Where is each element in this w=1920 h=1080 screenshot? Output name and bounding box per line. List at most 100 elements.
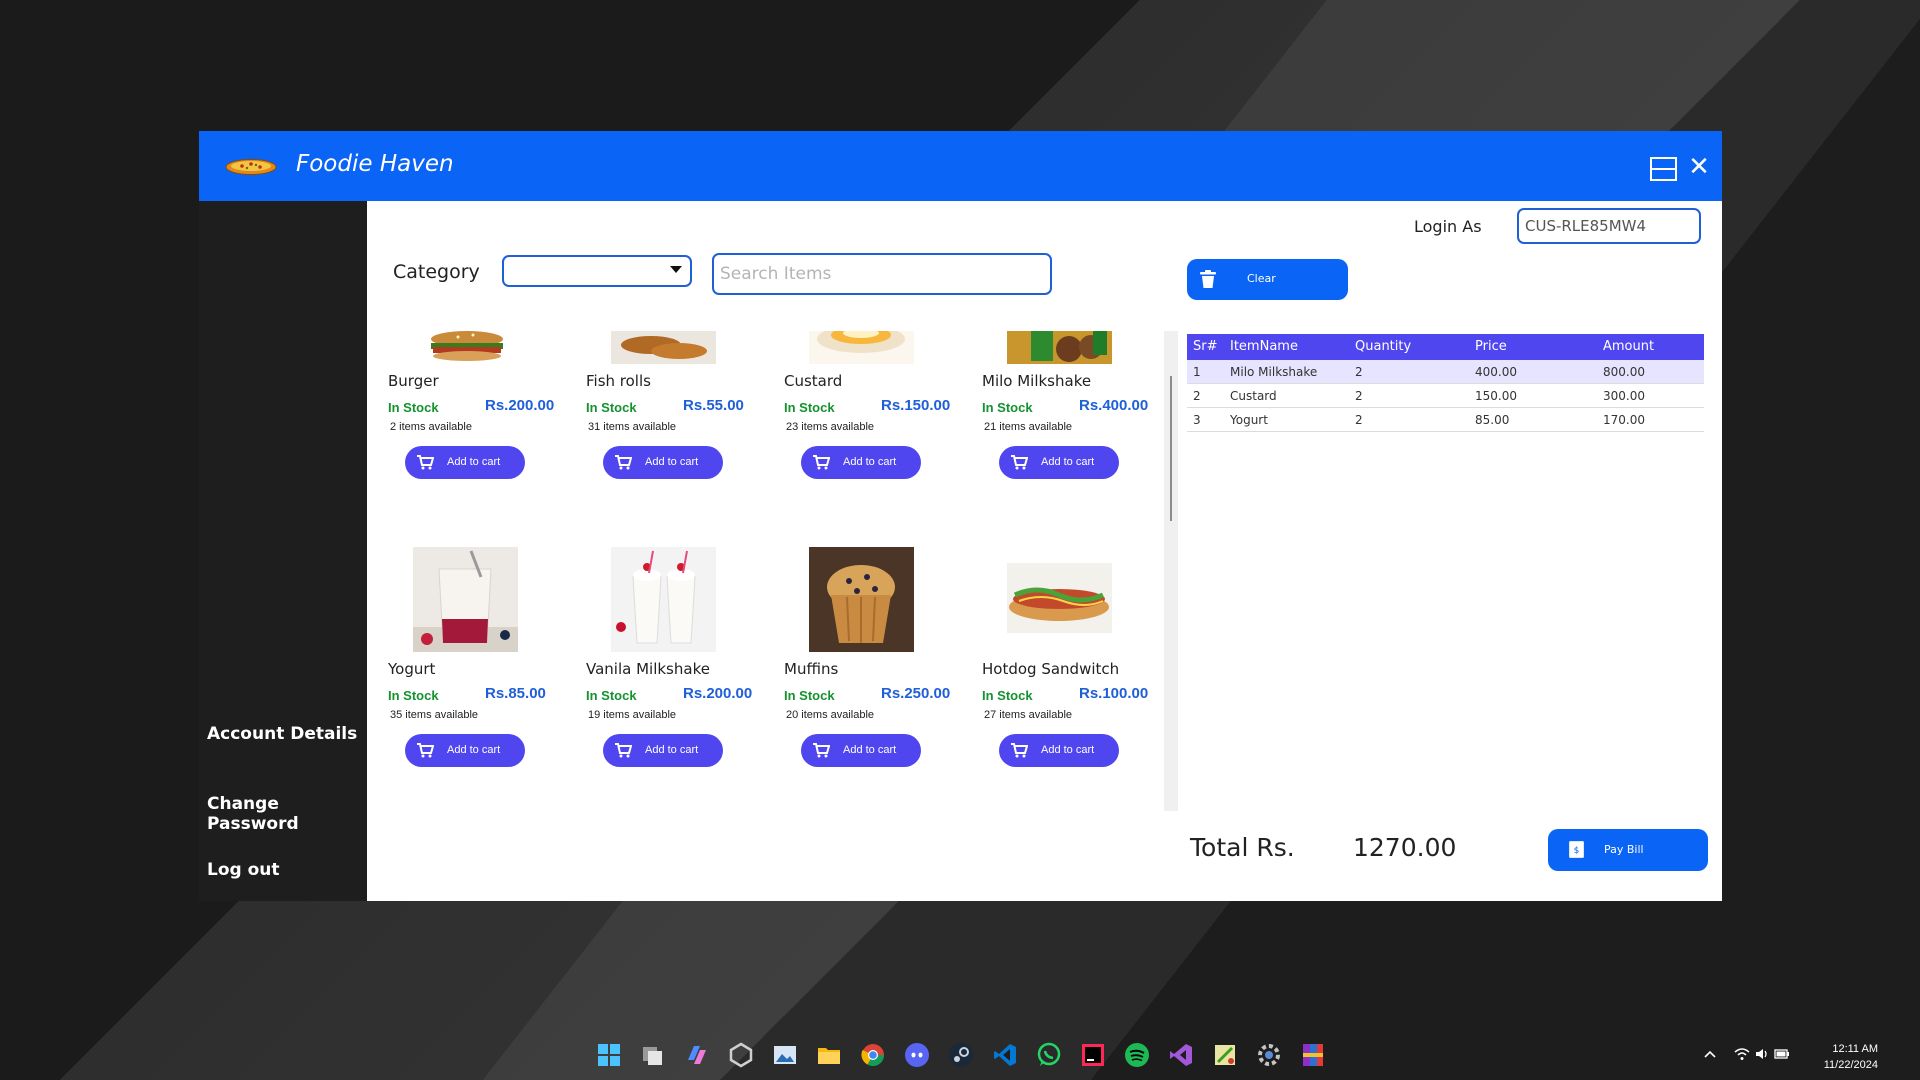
product-card-custard: Custard In Stock Rs.150.00 23 items avai… (784, 331, 950, 484)
cell-item-name: Milo Milkshake (1230, 365, 1318, 379)
items-available: 21 items available (984, 421, 1073, 433)
total-value: 1270.00 (1353, 833, 1457, 862)
product-name: Fish rolls (586, 372, 651, 390)
login-as-label: Login As (1414, 217, 1482, 236)
stock-status: In Stock (982, 400, 1033, 415)
category-dropdown[interactable] (502, 255, 692, 287)
items-available: 19 items available (588, 709, 677, 721)
main-content: Login As Category Clear (367, 201, 1722, 901)
add-to-cart-button[interactable]: Add to cart (801, 734, 921, 767)
add-to-cart-button[interactable]: Add to cart (999, 734, 1119, 767)
cell-price: 150.00 (1475, 389, 1517, 403)
product-card-vanila-milkshake: Vanila Milkshake In Stock Rs.200.00 19 i… (586, 547, 752, 772)
cell-amount: 800.00 (1603, 365, 1645, 379)
clear-button-label: Clear (1247, 272, 1276, 285)
items-available: 27 items available (984, 709, 1073, 721)
app-window: Foodie Haven ✕ Account Details Change Pa… (199, 131, 1722, 901)
scrollbar-thumb[interactable] (1170, 376, 1172, 521)
windows-start-icon[interactable] (596, 1042, 622, 1068)
settings-icon[interactable] (1256, 1042, 1282, 1068)
column-header-quantity[interactable]: Quantity (1355, 339, 1411, 354)
table-row[interactable]: 1 Milo Milkshake 2 400.00 800.00 (1187, 360, 1704, 384)
stock-status: In Stock (784, 688, 835, 703)
discord-icon[interactable] (904, 1042, 930, 1068)
product-name: Burger (388, 372, 439, 390)
hotdog-sandwitch-image (1007, 547, 1112, 652)
muffins-image (809, 547, 914, 652)
file-explorer-icon[interactable] (816, 1042, 842, 1068)
product-card-hotdog-sandwitch: Hotdog Sandwitch In Stock Rs.100.00 27 i… (982, 547, 1148, 772)
title-bar: Foodie Haven ✕ (199, 131, 1722, 201)
table-row[interactable]: 2 Custard 2 150.00 300.00 (1187, 384, 1704, 408)
cart-icon (615, 743, 632, 758)
steam-icon[interactable] (948, 1042, 974, 1068)
add-to-cart-button[interactable]: Add to cart (405, 734, 525, 767)
photos-icon[interactable] (772, 1042, 798, 1068)
add-to-cart-button[interactable]: Add to cart (405, 446, 525, 479)
spotify-icon[interactable] (1124, 1042, 1150, 1068)
taskbar: 12:11 AM 11/22/2024 (0, 1032, 1920, 1080)
add-to-cart-button[interactable]: Add to cart (603, 734, 723, 767)
add-to-cart-button[interactable]: Add to cart (801, 446, 921, 479)
login-as-field[interactable] (1517, 208, 1701, 244)
task-view-icon[interactable] (640, 1042, 666, 1068)
column-header-sr[interactable]: Sr# (1193, 339, 1218, 354)
volume-icon[interactable] (1754, 1046, 1770, 1062)
sidebar-item-change-password[interactable]: Change Password (207, 794, 367, 834)
search-input[interactable] (712, 253, 1052, 295)
copilot-icon[interactable] (684, 1042, 710, 1068)
product-name: Yogurt (388, 660, 436, 678)
sidebar-item-account-details[interactable]: Account Details (207, 724, 357, 744)
notepad-plus-icon[interactable] (1212, 1042, 1238, 1068)
product-card-muffins: Muffins In Stock Rs.250.00 20 items avai… (784, 547, 950, 772)
battery-icon[interactable] (1774, 1046, 1790, 1062)
product-price: Rs.200.00 (683, 685, 753, 702)
vscode-icon[interactable] (992, 1042, 1018, 1068)
burger-image (413, 331, 518, 364)
taskbar-time[interactable]: 12:11 AM (1832, 1043, 1878, 1055)
column-header-item-name[interactable]: ItemName (1230, 339, 1298, 354)
product-name: Hotdog Sandwitch (982, 660, 1120, 678)
add-to-cart-label: Add to cart (1041, 744, 1095, 756)
add-to-cart-button[interactable]: Add to cart (999, 446, 1119, 479)
pay-bill-label: Pay Bill (1604, 843, 1644, 856)
chevron-down-icon (670, 266, 682, 273)
chrome-icon[interactable] (860, 1042, 886, 1068)
column-header-amount[interactable]: Amount (1603, 339, 1654, 354)
visual-studio-icon[interactable] (1168, 1042, 1194, 1068)
app-title: Foodie Haven (296, 151, 454, 177)
product-price: Rs.100.00 (1079, 685, 1149, 702)
taskbar-date[interactable]: 11/22/2024 (1824, 1059, 1878, 1071)
unity-icon[interactable] (728, 1042, 754, 1068)
cart-icon (813, 455, 830, 470)
maximize-icon[interactable] (1650, 157, 1677, 181)
clear-button[interactable]: Clear (1187, 259, 1348, 300)
cart-icon (1011, 743, 1028, 758)
items-available: 20 items available (786, 709, 875, 721)
cart-table: Sr# ItemName Quantity Price Amount 1 Mil… (1187, 334, 1704, 432)
table-row[interactable]: 3 Yogurt 2 85.00 170.00 (1187, 408, 1704, 432)
product-price: Rs.250.00 (881, 685, 951, 702)
product-name: Muffins (784, 660, 839, 678)
add-to-cart-button[interactable]: Add to cart (603, 446, 723, 479)
product-price: Rs.85.00 (485, 685, 546, 702)
close-icon[interactable]: ✕ (1685, 153, 1713, 181)
product-price: Rs.200.00 (485, 397, 555, 414)
add-to-cart-label: Add to cart (843, 456, 897, 468)
sidebar-item-log-out[interactable]: Log out (207, 860, 280, 880)
pay-bill-button[interactable]: $ Pay Bill (1548, 829, 1708, 871)
cell-amount: 300.00 (1603, 389, 1645, 403)
intellij-icon[interactable] (1080, 1042, 1106, 1068)
wifi-icon[interactable] (1734, 1046, 1750, 1062)
winrar-icon[interactable] (1300, 1042, 1326, 1068)
chevron-up-icon[interactable] (1702, 1046, 1718, 1062)
cell-item-name: Yogurt (1230, 413, 1268, 427)
whatsapp-icon[interactable] (1036, 1042, 1062, 1068)
stock-status: In Stock (388, 688, 439, 703)
add-to-cart-label: Add to cart (1041, 456, 1095, 468)
stock-status: In Stock (586, 688, 637, 703)
column-header-price[interactable]: Price (1475, 339, 1507, 354)
product-card-milo-milkshake: Milo Milkshake In Stock Rs.400.00 21 ite… (982, 331, 1148, 484)
product-scrollbar[interactable] (1164, 331, 1178, 811)
cell-price: 85.00 (1475, 413, 1510, 427)
